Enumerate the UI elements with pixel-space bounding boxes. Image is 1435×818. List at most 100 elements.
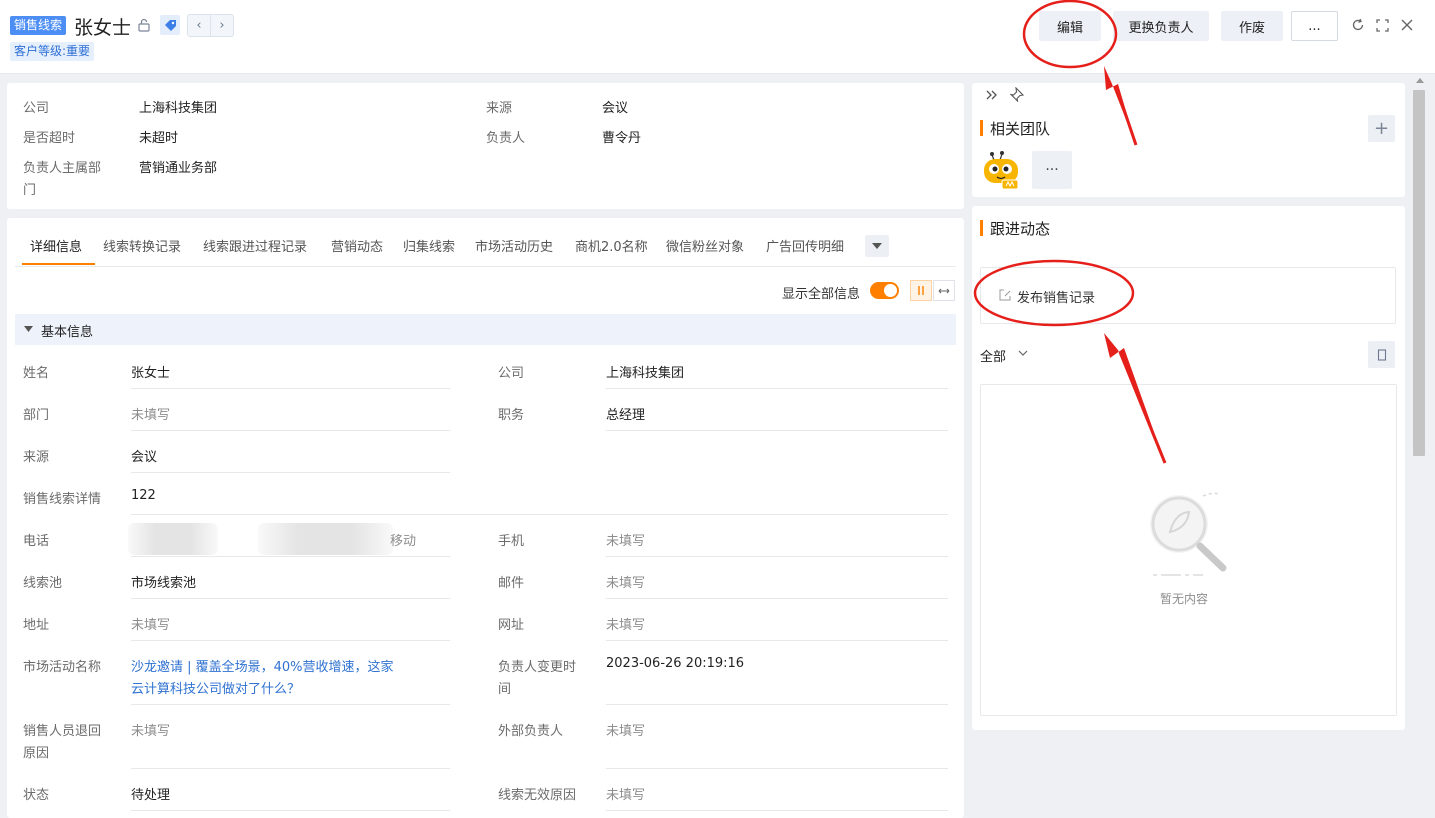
field-lead-detail-label: 销售线索详情 xyxy=(23,492,102,507)
field-email-label: 邮件 xyxy=(498,576,525,591)
follow-title: 跟进动态 xyxy=(990,220,1051,238)
field-return-reason-label: 销售人员退回 xyxy=(23,724,102,739)
summary-company-value: 上海科技集团 xyxy=(139,101,218,116)
add-team-member-button[interactable]: + xyxy=(1368,115,1395,142)
summary-owner-label: 负责人 xyxy=(486,131,526,146)
customer-level-tag: 客户等级:重要 xyxy=(10,42,95,61)
collapse-caret-icon xyxy=(24,326,33,332)
tab-conversion[interactable]: 线索转换记录 xyxy=(103,236,181,255)
team-title: 相关团队 xyxy=(990,120,1051,138)
collapse-panel-icon[interactable] xyxy=(985,88,999,102)
empty-text: 暂无内容 xyxy=(1160,592,1209,606)
show-all-label: 显示全部信息 xyxy=(782,287,861,302)
refresh-icon[interactable] xyxy=(1350,17,1366,33)
header: 销售线索 张女士 ‹ › 客户等级:重要 编辑 更换负责人 作废 ... xyxy=(0,0,1435,74)
tab-ad-callback[interactable]: 广告回传明细 xyxy=(766,236,844,255)
field-owner-change-label-cont: 间 xyxy=(498,682,512,697)
two-column-layout-icon[interactable] xyxy=(910,280,932,301)
tab-more-button[interactable] xyxy=(865,235,889,257)
filter-dropdown[interactable]: 全部 xyxy=(980,346,1006,365)
show-all-toggle[interactable] xyxy=(870,282,899,299)
scroll-up-arrow[interactable] xyxy=(1416,78,1424,83)
edit-button[interactable]: 编辑 xyxy=(1039,11,1101,41)
change-owner-button[interactable]: 更换负责人 xyxy=(1113,11,1209,41)
close-icon[interactable] xyxy=(1399,17,1415,33)
field-source-value: 会议 xyxy=(131,450,158,465)
team-more-button[interactable]: ··· xyxy=(1032,151,1072,189)
scrollbar[interactable] xyxy=(1413,90,1425,456)
fullscreen-icon[interactable] xyxy=(1374,17,1390,33)
field-website-label: 网址 xyxy=(498,618,525,633)
redacted-phone-2 xyxy=(258,523,393,555)
field-external-owner-label: 外部负责人 xyxy=(498,724,564,739)
prev-record-button[interactable]: ‹ xyxy=(188,15,210,36)
filter-options-button[interactable] xyxy=(1368,341,1395,368)
tab-wechat-fans[interactable]: 微信粉丝对象 xyxy=(666,236,744,255)
full-width-layout-icon[interactable] xyxy=(933,280,955,301)
summary-dept-label-cont: 门 xyxy=(23,183,37,198)
field-phone-type: 移动 xyxy=(390,534,417,549)
field-invalid-reason-value: 未填写 xyxy=(606,788,646,803)
document-icon xyxy=(1377,348,1386,361)
void-button[interactable]: 作废 xyxy=(1221,11,1283,41)
summary-overtime-value: 未超时 xyxy=(139,131,179,146)
tab-divider xyxy=(15,266,956,267)
field-company-value: 上海科技集团 xyxy=(606,366,685,381)
field-mobile-value: 未填写 xyxy=(606,534,646,549)
field-dept-label: 部门 xyxy=(23,408,50,423)
field-position-label: 职务 xyxy=(498,408,525,423)
redacted-phone-1 xyxy=(128,523,218,555)
summary-company-label: 公司 xyxy=(23,101,50,116)
tab-merged-leads[interactable]: 归集线索 xyxy=(403,236,455,255)
page-title: 张女士 xyxy=(74,17,132,39)
tab-campaign-history[interactable]: 市场活动历史 xyxy=(475,236,553,255)
field-owner-change-label: 负责人变更时 xyxy=(498,660,577,675)
field-pool-label: 线索池 xyxy=(23,576,63,591)
lock-icon[interactable] xyxy=(134,15,154,35)
field-company-label: 公司 xyxy=(498,366,525,381)
field-source-label: 来源 xyxy=(23,450,50,465)
summary-overtime-label: 是否超时 xyxy=(23,131,76,146)
field-status-value: 待处理 xyxy=(131,788,171,803)
record-nav: ‹ › xyxy=(187,14,234,37)
field-return-reason-label-cont: 原因 xyxy=(23,746,50,761)
chevron-down-icon xyxy=(1018,350,1028,356)
field-position-value: 总经理 xyxy=(606,408,646,423)
summary-dept-value: 营销通业务部 xyxy=(139,161,218,176)
field-invalid-reason-label: 线索无效原因 xyxy=(498,788,577,803)
summary-dept-label: 负责人主属部 xyxy=(23,161,102,176)
field-website-value: 未填写 xyxy=(606,618,646,633)
tag-icon[interactable] xyxy=(160,15,180,35)
avatar[interactable] xyxy=(980,150,1022,190)
edit-icon xyxy=(999,289,1011,301)
more-button[interactable]: ... xyxy=(1291,11,1338,41)
caret-down-icon xyxy=(872,243,882,249)
tab-followup[interactable]: 线索跟进过程记录 xyxy=(203,236,307,255)
field-dept-value: 未填写 xyxy=(131,408,171,423)
active-tab-indicator xyxy=(22,263,95,265)
field-pool-value: 市场线索池 xyxy=(131,576,197,591)
field-address-label: 地址 xyxy=(23,618,50,633)
field-lead-detail-value: 122 xyxy=(131,488,156,503)
tab-marketing[interactable]: 营销动态 xyxy=(331,236,383,255)
field-campaign-link[interactable]: 沙龙邀请 | 覆盖全场景，40%营收增速，这家 xyxy=(131,656,394,675)
field-campaign-label: 市场活动名称 xyxy=(23,660,102,675)
field-campaign-link-cont[interactable]: 云计算科技公司做对了什么？ xyxy=(131,678,300,697)
empty-search-icon xyxy=(1150,492,1227,576)
basic-info-section-header[interactable] xyxy=(15,314,956,345)
pin-icon[interactable] xyxy=(1010,87,1025,102)
field-email-value: 未填写 xyxy=(606,576,646,591)
section-title: 基本信息 xyxy=(41,325,94,340)
record-type-tag: 销售线索 xyxy=(10,16,67,35)
publish-sales-record-button[interactable]: 发布销售记录 xyxy=(1017,287,1095,306)
field-owner-change-value: 2023-06-26 20:19:16 xyxy=(606,656,745,671)
field-name-label: 姓名 xyxy=(23,366,50,381)
tab-detail[interactable]: 详细信息 xyxy=(30,236,82,255)
field-address-value: 未填写 xyxy=(131,618,171,633)
field-return-reason-value: 未填写 xyxy=(131,724,171,739)
field-status-label: 状态 xyxy=(23,788,50,803)
field-name-value: 张女士 xyxy=(131,366,171,381)
next-record-button[interactable]: › xyxy=(210,15,233,36)
tab-opportunity[interactable]: 商机2.0名称 xyxy=(575,236,648,255)
field-external-owner-value: 未填写 xyxy=(606,724,646,739)
